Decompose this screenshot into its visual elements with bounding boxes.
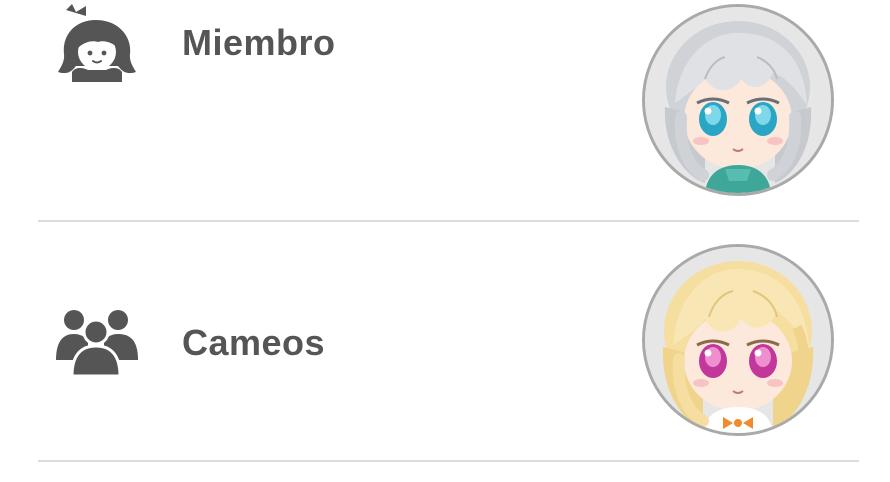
cameos-row[interactable]: Cameos bbox=[38, 222, 859, 462]
member-girl-icon bbox=[52, 2, 142, 82]
group-people-icon bbox=[52, 302, 142, 382]
member-label: Miembro bbox=[182, 22, 336, 63]
row-divider bbox=[38, 460, 859, 462]
character-avatar-silver-hair[interactable] bbox=[642, 4, 834, 196]
member-row[interactable]: Miembro bbox=[38, 0, 859, 222]
cameos-label: Cameos bbox=[182, 322, 326, 363]
character-avatar-blonde-hair[interactable] bbox=[642, 244, 834, 436]
